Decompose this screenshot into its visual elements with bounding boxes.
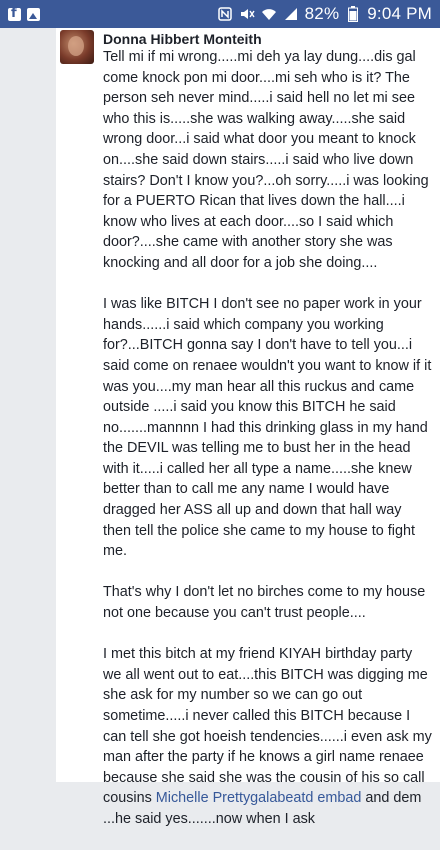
gallery-icon [27,7,40,21]
avatar[interactable] [60,30,94,64]
battery-percentage: 82% [304,4,340,23]
status-bar-right: 82% 9:04 PM [217,4,432,24]
clock: 9:04 PM [367,4,432,23]
post-paragraph: I was like BITCH I don't see no paper wo… [103,296,432,560]
post-paragraph: That's why I don't let no birches come t… [103,584,426,622]
facebook-icon [8,6,21,21]
signal-icon [283,6,299,22]
wifi-icon [261,6,277,22]
post-paragraph-text: I met this bitch at my friend KIYAH birt… [103,646,432,807]
status-bar: 82% 9:04 PM [0,0,440,28]
post-paragraph: Tell mi if mi wrong.....mi deh ya lay du… [103,49,429,271]
mention-link[interactable]: Michelle Prettygalabeatd embad [156,790,362,806]
nfc-icon [217,6,233,22]
post-body: Tell mi if mi wrong.....mi deh ya lay du… [103,47,433,850]
post-paragraph-last: I met this bitch at my friend KIYAH birt… [103,644,433,829]
author-name[interactable]: Donna Hibbert Monteith [103,31,262,47]
status-bar-left [8,6,40,21]
battery-icon [345,6,361,22]
mute-icon [239,6,255,22]
